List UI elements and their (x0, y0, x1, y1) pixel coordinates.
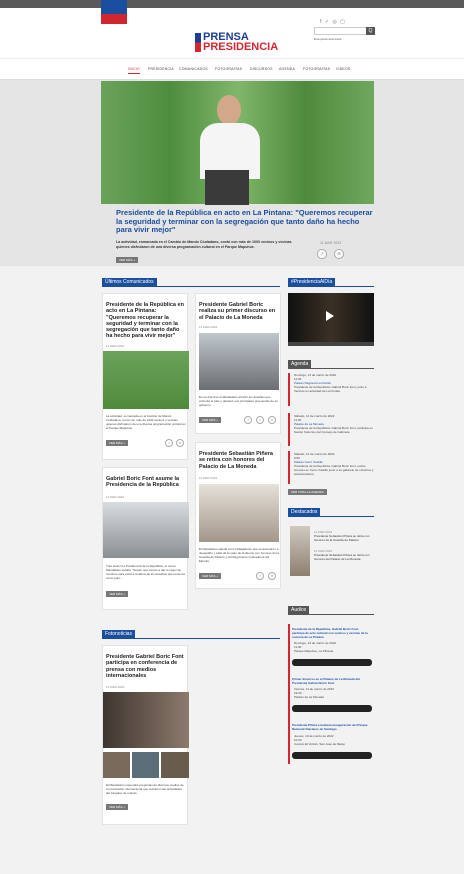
top-bar (0, 0, 464, 8)
card-title[interactable]: Presidente de la República en acto en La… (106, 302, 186, 340)
audio-title-2[interactable]: Primer discurso en el Palacio de La Mone… (292, 677, 372, 686)
search-input[interactable] (314, 27, 370, 35)
card-more-button[interactable]: VER MÁS + (199, 573, 222, 579)
thumb-2[interactable] (132, 752, 159, 778)
card-more-button[interactable]: VER MÁS + (106, 804, 129, 810)
audio-player-3[interactable] (292, 752, 372, 759)
card-date: 12 MAR 2022 (106, 685, 125, 689)
nav-discursos[interactable]: DISCURSOS (250, 67, 273, 71)
destacado-text-1[interactable]: Presidente Sebastián Piñera se retira co… (314, 534, 372, 543)
card-comunicado-4[interactable]: Presidente Sebastián Piñera se retira co… (195, 442, 281, 589)
card-date: 11 MAR 2022 (199, 476, 218, 480)
card-title[interactable]: Gabriel Boric Font asume la Presidencia … (106, 476, 186, 489)
card-comunicado-3[interactable]: Gabriel Boric Font asume la Presidencia … (102, 467, 189, 610)
site-header: PRENSA PRESIDENCIA f ✓ ◎ ▢ Q Búsqueda av… (0, 8, 464, 58)
section-fotonoticias: Fotonoticias (102, 630, 135, 638)
nav-fotografias[interactable]: FOTOGRAFÍAS (215, 67, 242, 71)
share-icon[interactable]: ↗ (244, 416, 252, 424)
card-text: En su discurso el Mandatario abordó los … (199, 395, 278, 407)
main-nav: INICIO PRESIDENCIA COMUNICADOS FOTOGRAFÍ… (0, 58, 464, 80)
mail-icon[interactable]: ✉ (268, 572, 276, 580)
card-title[interactable]: Presidente Gabriel Boric Font participa … (106, 654, 186, 679)
card-more-button[interactable]: VER MÁS + (106, 440, 129, 446)
share-icon[interactable]: ↗ (256, 572, 264, 580)
card-text: La actividad, enmarcada en el Cambio de … (106, 414, 186, 430)
government-logo[interactable] (101, 0, 127, 28)
card-text: El Mandatario respondió preguntas de div… (106, 783, 184, 795)
card-text: El Mandatario saludó a los trabajadores … (199, 547, 279, 563)
advanced-search-link[interactable]: Búsqueda avanzada (314, 37, 341, 41)
card-text: Tras asumir la Presidencia de la Repúbli… (106, 564, 186, 580)
card-fotonoticia[interactable]: Presidente Gabriel Boric Font participa … (102, 645, 189, 825)
agenda-item-1[interactable]: Domingo, 13 de marzo de 2022 11:00 Palac… (294, 373, 374, 393)
card-comunicado-1[interactable]: Presidente de la República en acto en La… (102, 293, 189, 460)
hero-mail-icon[interactable]: ✉ (334, 249, 344, 259)
card-date: 11 MAR 2022 (106, 344, 125, 348)
nav-agenda[interactable]: AGENDA (279, 67, 295, 71)
video-progress[interactable] (288, 342, 374, 346)
card-date: 11 MAR 2022 (199, 325, 218, 329)
link-icon[interactable]: ∞ (256, 416, 264, 424)
podium (205, 170, 249, 205)
agenda-item-3[interactable]: Sábado, 12 de marzo de 2022 9:00 Palacio… (294, 452, 374, 476)
audio-title-1[interactable]: Presidente de la República, Gabriel Bori… (292, 627, 372, 639)
section-destacados: Destacados (288, 508, 321, 516)
section-comunicados: Últimos Comunicados (102, 278, 157, 286)
card-more-button[interactable]: VER MÁS + (199, 417, 222, 423)
audio-title-3[interactable]: Presidente Piñera encabeza inauguración … (292, 723, 372, 732)
section-video: #PresidenciaAlDía (288, 278, 336, 286)
hero-lead: La actividad, enmarcada en el Cambio de … (116, 240, 292, 249)
card-image[interactable] (103, 692, 189, 748)
card-image[interactable] (103, 502, 189, 558)
mail-icon[interactable]: ✉ (268, 416, 276, 424)
nav-inicio[interactable]: INICIO (128, 67, 140, 74)
nav-comunicados[interactable]: COMUNICADOS (179, 67, 208, 71)
destacado-text-2[interactable]: Presidente Sebastián Piñera se retira co… (314, 553, 372, 562)
card-title[interactable]: Presidente Sebastián Piñera se retira co… (199, 451, 279, 470)
search-button[interactable]: Q (366, 27, 375, 35)
hero-share-icon[interactable]: ↗ (317, 249, 327, 259)
nav-videos[interactable]: VIDEOS (336, 67, 350, 71)
agenda-all-button[interactable]: VER TODA LA AGENDA (288, 489, 327, 495)
agenda-item-2[interactable]: Sábado, 12 de marzo de 2022 11:00 Palaci… (294, 414, 374, 434)
card-title[interactable]: Presidente Gabriel Boric realiza su prim… (199, 302, 279, 321)
destacado-image[interactable] (290, 526, 310, 576)
logo-line-2: PRESIDENCIA (203, 41, 279, 53)
hero-title[interactable]: Presidente de la República en acto en La… (116, 208, 374, 235)
mail-icon[interactable]: ✉ (176, 439, 184, 447)
hero-date: 11 MAR 2022 (320, 241, 342, 245)
share-icon[interactable]: ↗ (165, 439, 173, 447)
audio-meta-1: Domingo, 13 de marzo de 2022 11:00 Parqu… (294, 641, 337, 653)
section-agenda: Agenda (288, 360, 312, 368)
card-date: 11 MAR 2022 (106, 495, 125, 499)
prensa-presidencia-logo[interactable]: PRENSA PRESIDENCIA (195, 32, 279, 53)
card-more-button[interactable]: VER MÁS + (106, 591, 129, 597)
social-icons[interactable]: f ✓ ◎ ▢ (320, 19, 346, 25)
thumb-3[interactable] (161, 752, 189, 778)
card-image[interactable] (103, 351, 189, 409)
audio-player-2[interactable] (292, 705, 372, 712)
audio-player-1[interactable] (292, 659, 372, 666)
nav-presidencia[interactable]: PRESIDENCIA (148, 67, 174, 71)
hero-more-button[interactable]: VER MÁS + (116, 257, 139, 263)
section-audios: Audios (288, 606, 310, 614)
card-image[interactable] (199, 484, 279, 542)
card-image[interactable] (199, 333, 279, 390)
audio-meta-2: Viernes, 11 de marzo de 2022 19:00 Palac… (294, 687, 334, 699)
play-icon[interactable] (326, 311, 334, 321)
nav-fotografias-2[interactable]: FOTOGRAFÍAS (303, 67, 330, 71)
thumb-1[interactable] (103, 752, 130, 778)
audio-meta-3: Jueves, 10 de marzo de 2022 10:00 Camino… (294, 734, 346, 746)
card-comunicado-2[interactable]: Presidente Gabriel Boric realiza su prim… (195, 293, 281, 434)
